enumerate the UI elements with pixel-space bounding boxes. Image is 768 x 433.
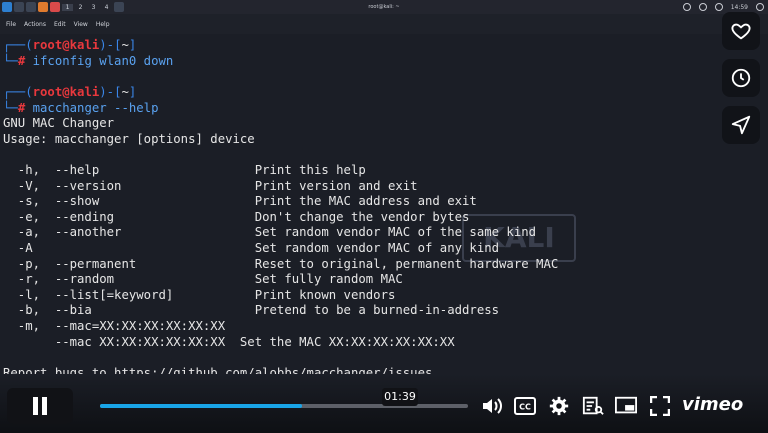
- output-line: -s, --show Print the MAC address and exi…: [3, 194, 477, 208]
- fullscreen-button[interactable]: [648, 394, 672, 418]
- captions-icon: CC: [514, 397, 536, 415]
- terminal-body[interactable]: KALI ┌──(root@kali)-[~] └─# ifconfig wla…: [0, 34, 768, 374]
- menu-view[interactable]: View: [74, 21, 88, 28]
- output-line: -A Set random vendor MAC of any kind: [3, 241, 500, 255]
- output-line: -m, --mac=XX:XX:XX:XX:XX:XX: [3, 319, 226, 333]
- output-line: GNU MAC Changer: [3, 116, 115, 130]
- heart-icon: [731, 23, 751, 40]
- pause-button[interactable]: [7, 388, 73, 424]
- output-line: -a, --another Set random vendor MAC of t…: [3, 225, 537, 239]
- top-panel: 1 2 3 4 root@kali: ~ 14:59: [0, 0, 768, 14]
- player-controls: 01:39 CC vimeo: [0, 388, 768, 428]
- pause-icon: [33, 397, 47, 415]
- command-line-2: └─# macchanger --help: [3, 101, 159, 115]
- power-icon[interactable]: [756, 3, 764, 11]
- svg-text:CC: CC: [519, 403, 531, 412]
- clock-text: 14:59: [730, 3, 748, 11]
- output-line: Usage: macchanger [options] device: [3, 132, 255, 146]
- output-line: -V, --version Print version and exit: [3, 179, 418, 193]
- volume-button[interactable]: [480, 394, 504, 418]
- send-icon: [731, 115, 751, 135]
- menu-actions[interactable]: Actions: [24, 21, 46, 28]
- menu-file[interactable]: File: [6, 21, 16, 28]
- gear-icon: [549, 396, 569, 416]
- pip-button[interactable]: [614, 394, 638, 418]
- transcript-icon: [582, 396, 604, 415]
- progress-fill: [100, 404, 303, 408]
- output-line: -h, --help Print this help: [3, 163, 366, 177]
- prompt-line-1: ┌──(root@kali)-[~]: [3, 38, 137, 52]
- output-line: -e, --ending Don't change the vendor byt…: [3, 210, 470, 224]
- network-icon[interactable]: [682, 3, 691, 11]
- output-line: -b, --bia Pretend to be a burned-in-addr…: [3, 303, 500, 317]
- menu-help[interactable]: Help: [96, 21, 110, 28]
- command-line-1: └─# ifconfig wlan0 down: [3, 54, 174, 68]
- watch-later-button[interactable]: [722, 59, 760, 97]
- settings-button[interactable]: [547, 394, 571, 418]
- transcript-button[interactable]: [581, 394, 605, 418]
- like-button[interactable]: [722, 12, 760, 50]
- captions-button[interactable]: CC: [513, 394, 537, 418]
- output-line: -l, --list[=keyword] Print known vendors: [3, 288, 396, 302]
- vimeo-logo[interactable]: vimeo: [682, 394, 743, 415]
- volume-icon: [483, 398, 502, 414]
- notification-icon[interactable]: [714, 3, 723, 11]
- window-title: root@kali: ~: [368, 4, 400, 10]
- output-line: -r, --random Set fully random MAC: [3, 272, 403, 286]
- prompt-line-2: ┌──(root@kali)-[~]: [3, 85, 137, 99]
- fullscreen-icon: [650, 396, 670, 416]
- volume-icon[interactable]: [698, 3, 707, 11]
- output-line: -p, --permanent Reset to original, perma…: [3, 257, 559, 271]
- share-button[interactable]: [722, 106, 760, 144]
- clock-icon: [731, 68, 751, 88]
- picture-in-picture-icon: [615, 396, 637, 414]
- output-line: --mac XX:XX:XX:XX:XX:XX Set the MAC XX:X…: [3, 335, 455, 349]
- progress-bar[interactable]: 01:39: [100, 388, 468, 408]
- menu-edit[interactable]: Edit: [54, 21, 66, 28]
- time-tooltip: 01:39: [382, 388, 418, 406]
- terminal-menubar: File Actions Edit View Help: [0, 14, 768, 34]
- output-line: Report bugs to https://github.com/alobbs…: [3, 366, 433, 374]
